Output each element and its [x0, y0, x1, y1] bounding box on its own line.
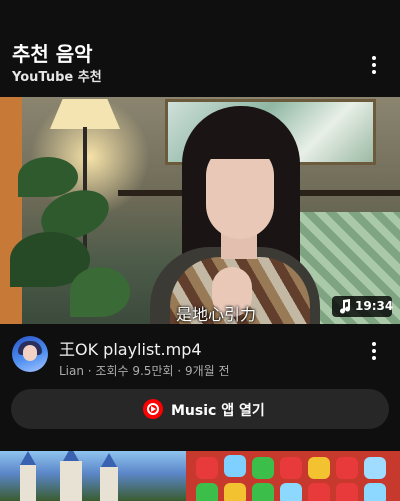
- shelf-subtitle: YouTube 추천: [12, 70, 102, 85]
- puzzle-gem: [280, 483, 302, 501]
- video-more-button[interactable]: [364, 338, 384, 362]
- duration-badge: 19:34: [332, 296, 394, 317]
- castle-tower: [60, 461, 82, 501]
- orange-panel: [0, 97, 22, 324]
- puzzle-gem: [280, 457, 302, 479]
- puzzle-gem: [364, 457, 386, 479]
- puzzle-gem: [224, 483, 246, 501]
- castle-roof: [63, 451, 79, 461]
- castle-tower: [100, 467, 118, 501]
- puzzle-gem: [308, 457, 330, 479]
- video-meta: Lian · 조회수 9.5만회 · 9개월 전: [59, 364, 230, 378]
- open-music-app-button[interactable]: Music 앱 열기: [11, 389, 389, 429]
- next-thumbnail-castle[interactable]: [0, 451, 186, 501]
- video-caption: 是地心引力: [176, 305, 257, 324]
- open-music-app-label: Music 앱 열기: [171, 403, 265, 419]
- shelf-more-button[interactable]: [364, 52, 384, 76]
- video-title[interactable]: 王OK playlist.mp4: [59, 336, 202, 360]
- more-vert-icon: [372, 342, 376, 363]
- castle-roof: [20, 451, 36, 465]
- music-note-icon: [340, 299, 351, 314]
- more-vert-icon: [372, 56, 376, 77]
- puzzle-gem: [336, 457, 358, 479]
- puzzle-gem: [252, 483, 274, 501]
- avatar-face: [23, 345, 37, 361]
- duration-text: 19:34: [355, 299, 394, 313]
- puzzle-gem: [224, 455, 246, 477]
- person-face: [206, 145, 274, 239]
- castle-roof: [101, 453, 117, 467]
- puzzle-gem: [308, 483, 330, 501]
- youtube-music-icon: [143, 399, 163, 419]
- puzzle-gem: [196, 457, 218, 479]
- puzzle-gem: [364, 483, 386, 501]
- next-thumbnail-puzzle[interactable]: [186, 451, 400, 501]
- video-thumbnail[interactable]: 是地心引力 19:34: [0, 97, 400, 324]
- puzzle-gem: [336, 483, 358, 501]
- youtube-music-play: [151, 406, 156, 412]
- video-info[interactable]: 王OK playlist.mp4 Lian · 조회수 9.5만회 · 9개월 …: [0, 324, 400, 384]
- channel-avatar[interactable]: [12, 336, 48, 372]
- shelf-header: 추천 음악 YouTube 추천: [12, 38, 388, 88]
- plant-leaf: [18, 157, 78, 197]
- shelf-title: 추천 음악: [12, 42, 93, 66]
- castle-tower: [20, 465, 36, 501]
- next-thumbnails[interactable]: [0, 451, 400, 501]
- puzzle-gem: [196, 483, 218, 501]
- plant-leaf: [70, 267, 130, 317]
- puzzle-gem: [252, 457, 274, 479]
